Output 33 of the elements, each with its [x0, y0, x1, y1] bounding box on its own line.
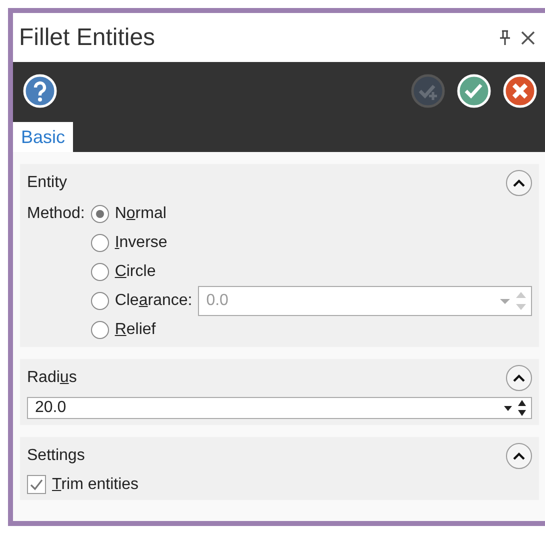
section-title: Radius: [27, 369, 77, 387]
spinner-icon[interactable]: [517, 398, 527, 418]
option-label[interactable]: Relief: [114, 320, 156, 338]
checkbox[interactable]: [27, 475, 46, 494]
tab[interactable]: Basic: [13, 122, 74, 152]
radio-button[interactable]: [90, 204, 109, 222]
method-label: Method:: [27, 204, 85, 222]
radio-button[interactable]: [90, 234, 109, 252]
option-label[interactable]: Normal: [114, 204, 166, 222]
radio-button[interactable]: [90, 292, 109, 310]
window-title: Fillet Entities: [19, 24, 156, 52]
chevron-up-icon: [513, 374, 525, 382]
checkbox-label[interactable]: Trim entities: [52, 476, 139, 494]
radio-button[interactable]: [90, 262, 109, 280]
dropdown-arrow-icon[interactable]: [503, 404, 513, 412]
option-label[interactable]: Clearance:: [114, 292, 192, 310]
pin-button[interactable]: [499, 30, 511, 46]
collapse-button[interactable]: [506, 365, 532, 391]
collapse-button[interactable]: [506, 443, 532, 469]
help-button[interactable]: [23, 74, 57, 108]
option-label[interactable]: Circle: [114, 262, 156, 280]
chevron-up-icon: [513, 452, 525, 460]
cancel-button[interactable]: [503, 74, 537, 108]
value-input[interactable]: 20.0: [33, 398, 503, 418]
ok-button[interactable]: [457, 74, 491, 108]
section-title: Entity: [27, 174, 68, 192]
section-title: Settings: [27, 447, 85, 465]
collapse-button[interactable]: [506, 170, 532, 196]
close-button[interactable]: [521, 30, 535, 44]
radio-button[interactable]: [90, 320, 109, 338]
spin-box[interactable]: 20.0: [27, 397, 532, 419]
option-label[interactable]: Inverse: [114, 234, 168, 252]
chevron-up-icon: [513, 179, 525, 187]
